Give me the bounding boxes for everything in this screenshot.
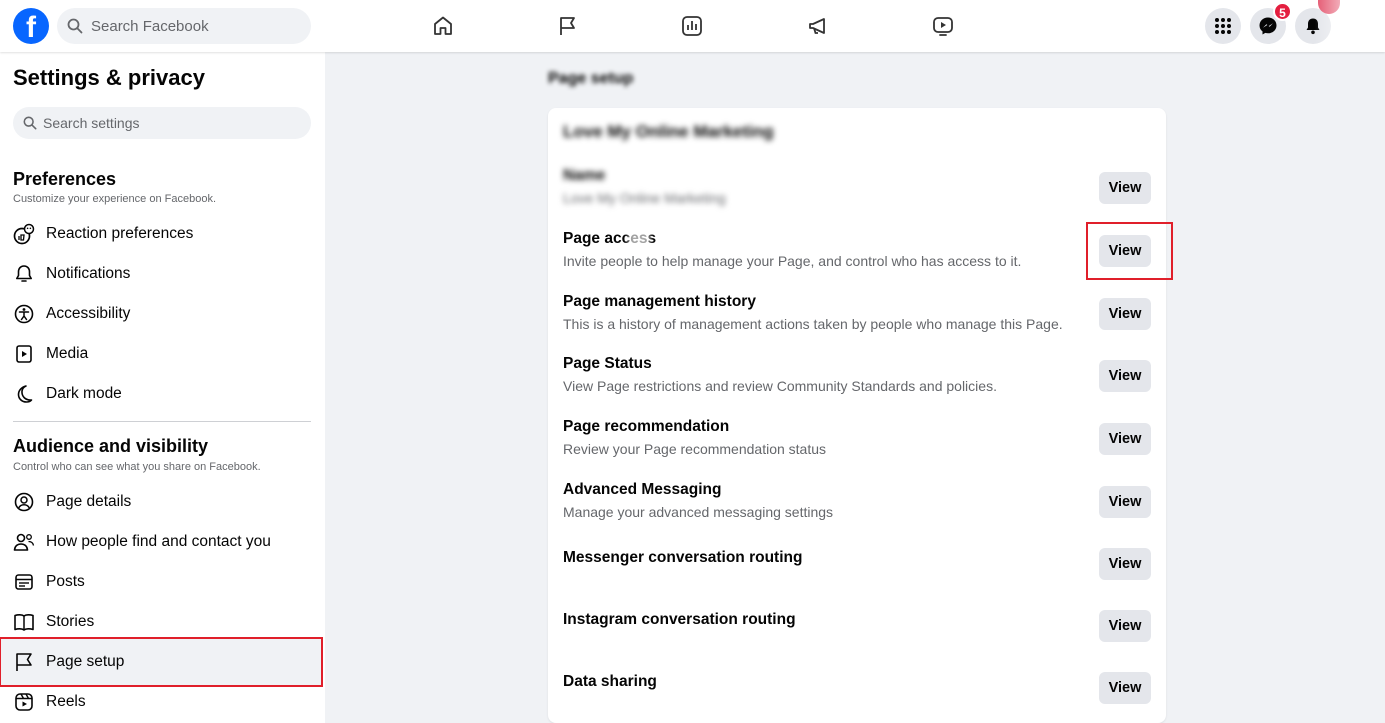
- sidebar-item-accessibility[interactable]: Accessibility: [6, 294, 316, 334]
- sidebar-item-stories[interactable]: Stories: [6, 602, 316, 642]
- topbar-edge-fade: [1315, 0, 1385, 52]
- sidebar-item-label: Posts: [46, 573, 85, 590]
- insights-icon[interactable]: [676, 10, 708, 42]
- sidebar-item-dark-mode[interactable]: Dark mode: [6, 374, 316, 414]
- megaphone-icon[interactable]: [802, 10, 834, 42]
- video-icon[interactable]: [927, 10, 959, 42]
- partial-blur-overlay: [628, 232, 650, 246]
- sidebar-item-label: Page details: [46, 493, 132, 510]
- settings-row-advanced-messaging: Advanced Messaging Manage your advanced …: [563, 480, 1151, 521]
- messenger-icon: [1259, 17, 1277, 35]
- menu-grid-button[interactable]: [1205, 8, 1241, 44]
- sidebar-item-label: How people find and contact you: [46, 533, 271, 550]
- row-description: Invite people to help manage your Page, …: [563, 253, 1022, 269]
- settings-row-page-status: Page Status View Page restrictions and r…: [563, 354, 1151, 395]
- settings-sidebar: Settings & privacy Preferences Customize…: [0, 52, 325, 723]
- facebook-search-box[interactable]: [57, 8, 311, 44]
- row-title: Page access: [563, 230, 657, 247]
- row-description: Manage your advanced messaging settings: [563, 504, 834, 520]
- reaction-icon: [13, 223, 35, 245]
- settings-search-input[interactable]: [43, 115, 293, 131]
- user-circle-icon: [13, 491, 35, 513]
- row-title: Data sharing: [563, 673, 657, 690]
- media-icon: [13, 343, 35, 365]
- row-description: Love My Online Marketing: [563, 190, 726, 206]
- sidebar-item-reels[interactable]: Reels: [6, 682, 316, 722]
- facebook-search-input[interactable]: [91, 17, 291, 35]
- sidebar-item-media[interactable]: Media: [6, 334, 316, 374]
- sidebar-item-notifications[interactable]: Notifications: [6, 254, 316, 294]
- view-button-name[interactable]: View: [1099, 172, 1151, 204]
- view-button-advanced-messaging[interactable]: View: [1099, 486, 1151, 518]
- view-button-messenger-routing[interactable]: View: [1099, 548, 1151, 580]
- row-title: Instagram conversation routing: [563, 611, 796, 628]
- moon-icon: [13, 383, 35, 405]
- search-icon: [67, 18, 83, 34]
- sidebar-item-page-setup[interactable]: Page setup: [0, 637, 323, 687]
- posts-icon: [13, 571, 35, 593]
- sidebar-item-page-details[interactable]: Page details: [6, 482, 316, 522]
- facebook-logo-icon[interactable]: f: [13, 8, 49, 44]
- sidebar-title: Settings & privacy: [13, 65, 205, 90]
- sidebar-item-find-and-contact[interactable]: How people find and contact you: [6, 522, 316, 562]
- grid-icon: [1215, 18, 1231, 34]
- section-heading-preferences: Preferences: [13, 169, 117, 189]
- settings-row-name: Name Love My Online Marketing View: [563, 166, 1151, 207]
- settings-row-data-sharing: Data sharing View: [563, 672, 1151, 704]
- row-description: This is a history of management actions …: [563, 316, 1063, 332]
- flag-icon[interactable]: [552, 10, 584, 42]
- view-button-instagram-routing[interactable]: View: [1099, 610, 1151, 642]
- sidebar-item-label: Notifications: [46, 265, 131, 282]
- sidebar-item-posts[interactable]: Posts: [6, 562, 316, 602]
- page-setup-card: Love My Online Marketing Name Love My On…: [548, 108, 1166, 723]
- sidebar-item-label: Accessibility: [46, 305, 131, 322]
- sidebar-item-label: Dark mode: [46, 385, 122, 402]
- row-title: Name: [563, 167, 606, 184]
- search-icon: [23, 116, 37, 130]
- section-heading-audience: Audience and visibility: [13, 436, 209, 456]
- row-title: Messenger conversation routing: [563, 549, 803, 566]
- section-subtitle-preferences: Customize your experience on Facebook.: [13, 193, 216, 205]
- sidebar-item-label: Stories: [46, 613, 95, 630]
- view-button-page-status[interactable]: View: [1099, 360, 1151, 392]
- sidebar-item-reaction-preferences[interactable]: Reaction preferences: [6, 214, 316, 254]
- page-title: Page setup: [548, 70, 634, 87]
- settings-row-page-access: Page access Invite people to help manage…: [563, 229, 1151, 270]
- row-description: View Page restrictions and review Commun…: [563, 378, 997, 394]
- row-description: Review your Page recommendation status: [563, 441, 827, 457]
- top-navigation-bar: f 5: [0, 0, 1385, 52]
- card-title: Love My Online Marketing: [563, 122, 774, 141]
- accessibility-icon: [13, 303, 35, 325]
- reels-icon: [13, 691, 35, 713]
- row-title: Page management history: [563, 293, 756, 310]
- settings-row-page-recommendation: Page recommendation Review your Page rec…: [563, 417, 1151, 458]
- settings-search-box[interactable]: [13, 107, 311, 139]
- row-title: Page recommendation: [563, 418, 730, 435]
- stories-icon: [13, 611, 35, 633]
- row-title: Advanced Messaging: [563, 481, 722, 498]
- row-title: Page Status: [563, 355, 652, 372]
- view-button-page-access[interactable]: View: [1099, 235, 1151, 267]
- section-subtitle-audience: Control who can see what you share on Fa…: [13, 461, 261, 473]
- section-divider: [13, 421, 311, 422]
- sidebar-item-label: Reaction preferences: [46, 225, 194, 242]
- people-icon: [13, 531, 35, 553]
- sidebar-item-label: Media: [46, 345, 89, 362]
- home-icon[interactable]: [427, 10, 459, 42]
- bell-icon: [13, 263, 35, 285]
- sidebar-item-label: Reels: [46, 693, 86, 710]
- view-button-data-sharing[interactable]: View: [1099, 672, 1151, 704]
- flag-icon: [13, 651, 35, 673]
- view-button-page-recommendation[interactable]: View: [1099, 423, 1151, 455]
- view-button-page-management-history[interactable]: View: [1099, 298, 1151, 330]
- messenger-badge: 5: [1273, 2, 1292, 21]
- settings-row-instagram-routing: Instagram conversation routing View: [563, 610, 1151, 642]
- settings-row-page-management-history: Page management history This is a histor…: [563, 292, 1151, 333]
- settings-row-messenger-routing: Messenger conversation routing View: [563, 548, 1151, 580]
- messenger-button[interactable]: 5: [1250, 2, 1292, 44]
- sidebar-item-label: Page setup: [46, 653, 125, 670]
